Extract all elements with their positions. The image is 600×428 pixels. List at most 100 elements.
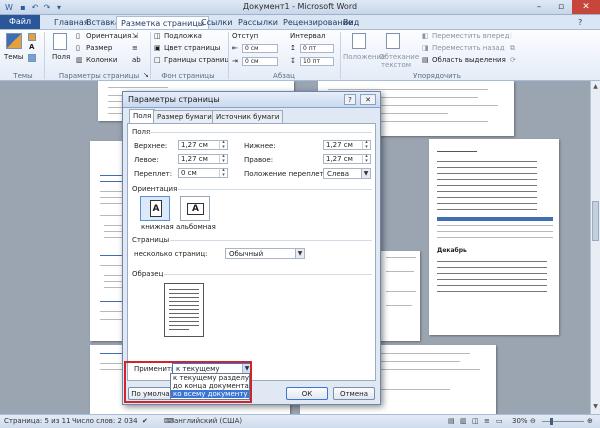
bring-forward-icon[interactable]: ◧ <box>422 32 429 40</box>
top-margin-input[interactable]: 1,27 см <box>178 140 228 150</box>
tab-page-layout[interactable]: Разметка страницы <box>116 16 210 29</box>
gutter-position-select[interactable]: Слева ▼ <box>323 168 371 179</box>
position-icon[interactable] <box>352 33 366 49</box>
page-borders-button[interactable]: Границы страниц <box>164 56 229 64</box>
send-backward-icon[interactable]: ◨ <box>422 44 429 52</box>
ribbon: Темы A Темы Поля ▯ Ориентация ▯ Размер ▥… <box>0 29 600 81</box>
space-after-input[interactable]: 10 пт <box>300 57 334 66</box>
right-margin-label: Правое: <box>244 156 274 164</box>
language-icon: ⌨ <box>164 417 175 425</box>
close-button[interactable]: ✕ <box>572 0 600 14</box>
language[interactable]: английский (США) <box>174 417 242 425</box>
group-icon[interactable]: ⧉ <box>510 44 515 53</box>
page-borders-icon[interactable]: □ <box>154 56 161 64</box>
tab-paper-size[interactable]: Размер бумаги <box>153 110 216 123</box>
view-web-icon[interactable]: ◫ <box>472 417 479 425</box>
vertical-scrollbar[interactable]: ▲ ▼ <box>590 81 600 414</box>
watermark-button[interactable]: Подложка <box>164 32 202 40</box>
margins-button[interactable]: Поля <box>52 53 70 61</box>
tab-margins[interactable]: Поля <box>129 109 156 124</box>
dialog-body: Поля Верхнее: 1,27 см Нижнее: 1,27 см Ле… <box>127 123 376 383</box>
portrait-button[interactable]: A <box>140 196 170 221</box>
themes-icon[interactable] <box>6 33 22 49</box>
hyphenation-icon[interactable]: ab <box>132 56 141 64</box>
align-icon[interactable]: ⫶ <box>510 32 512 41</box>
right-margin-input[interactable]: 1,27 см <box>323 154 371 164</box>
orientation-icon[interactable]: ▯ <box>76 32 80 40</box>
page-sample-preview <box>164 283 204 337</box>
maximize-button[interactable]: ▫ <box>550 0 572 14</box>
space-before-icon: ↥ <box>290 44 296 52</box>
scroll-down-icon[interactable]: ▼ <box>592 403 599 411</box>
help-icon[interactable]: ? <box>574 16 586 29</box>
scroll-up-icon[interactable]: ▲ <box>592 83 599 91</box>
zoom-in-icon[interactable]: ⊕ <box>587 417 593 425</box>
word-count[interactable]: Число слов: 2 034 <box>72 417 138 425</box>
theme-fonts-icon[interactable]: A <box>29 43 34 51</box>
view-print-layout-icon[interactable]: ▤ <box>448 417 455 425</box>
zoom-slider-thumb[interactable] <box>550 418 553 425</box>
page-thumbnail: Декабрь <box>429 139 559 335</box>
gutter-input[interactable]: 0 см <box>178 168 228 178</box>
page-color-icon[interactable]: ▣ <box>154 44 161 52</box>
dialog-close-button[interactable]: ✕ <box>360 94 376 105</box>
multiple-pages-select[interactable]: Обычный ▼ <box>225 248 305 259</box>
view-outline-icon[interactable]: ≡ <box>484 417 490 425</box>
december-heading: Декабрь <box>437 247 467 254</box>
left-margin-input[interactable]: 1,27 см <box>178 154 228 164</box>
wrap-text-icon[interactable] <box>386 33 400 49</box>
margins-icon[interactable] <box>53 33 67 50</box>
proofing-icon[interactable]: ✔ <box>142 417 148 425</box>
size-icon[interactable]: ▯ <box>76 44 80 52</box>
send-backward-button[interactable]: Переместить назад <box>432 44 505 52</box>
page-setup-launcher-icon[interactable]: ↘ <box>143 71 149 79</box>
page-color-button[interactable]: Цвет страницы <box>164 44 220 52</box>
themes-button[interactable]: Темы <box>4 53 23 61</box>
tab-file[interactable]: Файл <box>0 15 40 29</box>
orientation-section-title: Ориентация <box>132 185 178 193</box>
columns-icon[interactable]: ▥ <box>76 56 83 64</box>
zoom-out-icon[interactable]: ⊖ <box>530 417 536 425</box>
zoom-slider[interactable] <box>542 421 584 422</box>
indent-right-input[interactable]: 0 см <box>242 57 278 66</box>
landscape-label: альбомная <box>176 223 216 231</box>
ribbon-tabs: Файл Главная Вставка Разметка страницы С… <box>0 15 600 29</box>
page-counter[interactable]: Страница: 5 из 11 <box>4 417 71 425</box>
group-themes-label: Темы <box>13 72 33 80</box>
rotate-icon[interactable]: ⟳ <box>510 56 516 64</box>
indent-left-input[interactable]: 0 см <box>242 44 278 53</box>
zoom-level[interactable]: 30% <box>512 417 528 425</box>
view-draft-icon[interactable]: ▭ <box>496 417 503 425</box>
columns-button[interactable]: Колонки <box>86 56 117 64</box>
selection-pane-button[interactable]: Область выделения <box>432 56 506 64</box>
orientation-button[interactable]: Ориентация <box>86 32 131 40</box>
size-button[interactable]: Размер <box>86 44 112 52</box>
bottom-margin-input[interactable]: 1,27 см <box>323 140 371 150</box>
theme-effects-icon[interactable] <box>28 54 36 62</box>
tab-paper-source[interactable]: Источник бумаги <box>212 110 284 123</box>
tab-mailings[interactable]: Рассылки <box>234 16 282 29</box>
chevron-down-icon[interactable]: ▼ <box>361 169 370 178</box>
wrap-text-button[interactable]: Обтекание текстом <box>379 53 419 69</box>
landscape-button[interactable]: A <box>180 196 210 221</box>
tab-references[interactable]: Ссылки <box>197 16 236 29</box>
cancel-button[interactable]: Отмена <box>333 387 375 400</box>
scrollbar-thumb[interactable] <box>592 201 599 241</box>
chevron-down-icon[interactable]: ▼ <box>295 249 304 258</box>
watermark-icon[interactable]: ◫ <box>154 32 161 40</box>
theme-colors-icon[interactable] <box>28 33 36 41</box>
group-page-setup-label: Параметры страницы <box>58 72 140 80</box>
pages-section-title: Страницы <box>132 236 170 244</box>
ok-button[interactable]: ОК <box>286 387 328 400</box>
bring-forward-button[interactable]: Переместить вперед <box>432 32 509 40</box>
group-paragraph-label: Абзац <box>273 72 295 80</box>
minimize-button[interactable]: – <box>528 0 550 14</box>
line-numbers-icon[interactable]: ≡ <box>132 44 138 52</box>
bottom-margin-label: Нижнее: <box>244 142 276 150</box>
selection-pane-icon[interactable]: ▤ <box>422 56 429 64</box>
dialog-help-button[interactable]: ? <box>344 94 356 105</box>
space-before-input[interactable]: 0 пт <box>300 44 334 53</box>
breaks-icon[interactable]: ⇲ <box>132 32 138 40</box>
tab-view[interactable]: Вид <box>339 16 363 29</box>
view-reading-icon[interactable]: ▥ <box>460 417 467 425</box>
